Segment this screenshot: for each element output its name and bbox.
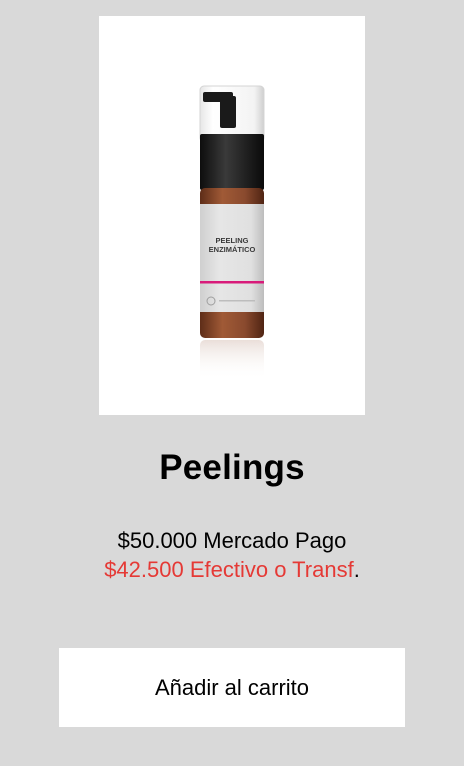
price-mercado-pago: $50.000 Mercado Pago xyxy=(117,528,347,553)
price-cash-transfer: $42.500 Efectivo o Transf xyxy=(104,557,354,582)
product-image[interactable]: PEELING ENZIMÁTICO xyxy=(99,16,365,415)
price-card-line: $50.000 Mercado Pago xyxy=(0,526,464,555)
price-transfer-suffix: . xyxy=(353,557,360,582)
price-transfer-line: $42.500 Efectivo o Transf. xyxy=(0,555,464,584)
add-to-cart-button[interactable]: Añadir al carrito xyxy=(59,648,405,727)
price-block: $50.000 Mercado Pago $42.500 Efectivo o … xyxy=(0,526,464,584)
product-bottle-illustration: PEELING ENZIMÁTICO xyxy=(199,85,265,380)
bottle-label-line1: PEELING xyxy=(216,236,249,245)
bottle-label-line2: ENZIMÁTICO xyxy=(209,245,256,254)
product-title: Peelings xyxy=(159,448,305,487)
add-to-cart-label: Añadir al carrito xyxy=(154,674,310,700)
